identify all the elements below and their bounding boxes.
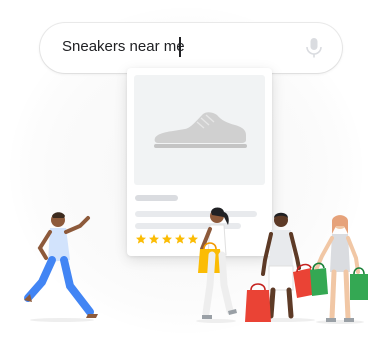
search-bar[interactable]: Sneakers near me (40, 23, 342, 73)
star-icon (175, 234, 185, 244)
shopper-with-red-bags-illustration (245, 212, 317, 322)
star-icon (136, 234, 146, 244)
search-query[interactable]: Sneakers near me (62, 38, 185, 55)
shopper-with-yellow-bag-illustration (196, 207, 237, 323)
product-title-placeholder (135, 195, 178, 201)
star-icon (162, 234, 172, 244)
running-person-illustration (24, 212, 98, 322)
star-icon (149, 234, 159, 244)
product-image (134, 75, 265, 185)
sneaker-icon (154, 112, 247, 148)
illustration: Sneakers near me (0, 0, 372, 341)
mic-icon[interactable] (304, 37, 324, 59)
shopper-with-green-bags-illustration (310, 215, 368, 324)
text-caret (179, 37, 181, 57)
